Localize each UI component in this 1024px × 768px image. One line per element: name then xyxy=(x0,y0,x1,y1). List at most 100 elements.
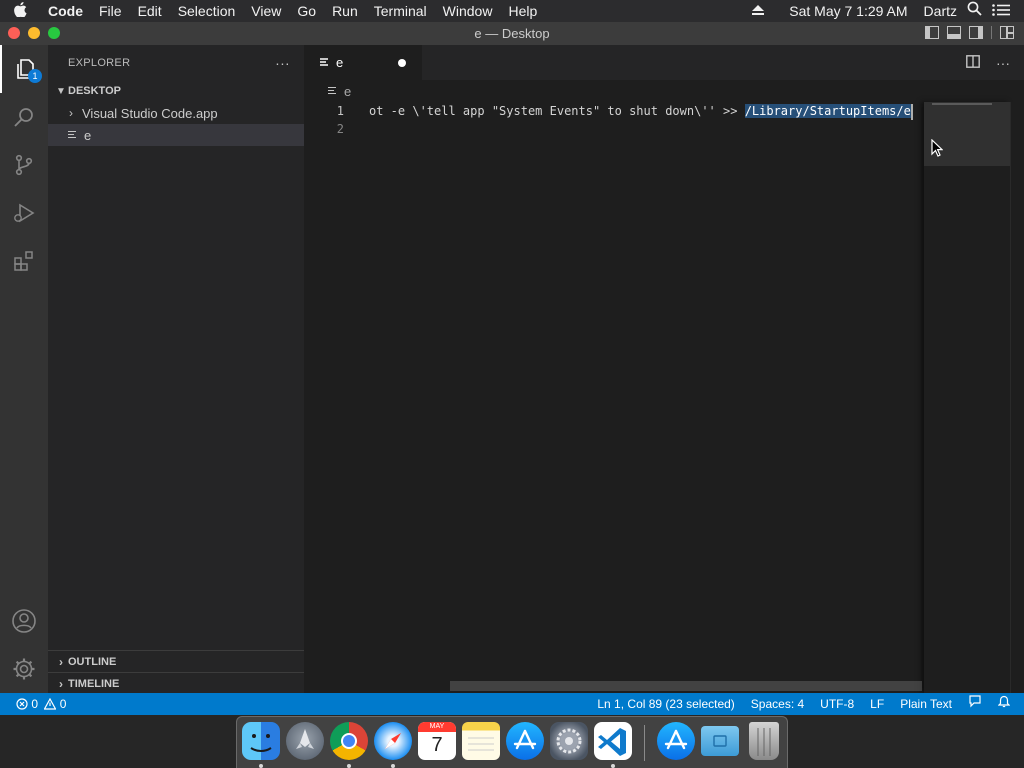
extensions-icon[interactable] xyxy=(0,237,48,285)
window-title: e — Desktop xyxy=(474,26,550,41)
outline-section[interactable]: › OUTLINE xyxy=(48,651,304,673)
menu-go[interactable]: Go xyxy=(289,0,324,22)
breadcrumb: e xyxy=(304,80,1024,102)
timeline-section[interactable]: › TIMELINE xyxy=(48,673,304,695)
explorer-badge: 1 xyxy=(28,69,42,83)
macos-menubar: Code File Edit Selection View Go Run Ter… xyxy=(0,0,1024,22)
code-editor[interactable]: 1 ot -e \'tell app "System Events" to sh… xyxy=(304,102,924,138)
control-center-list-icon[interactable] xyxy=(992,0,1010,22)
dock-separator xyxy=(644,725,645,761)
menu-run[interactable]: Run xyxy=(324,0,366,22)
menubar-clock[interactable]: Sat May 7 1:29 AM xyxy=(789,0,907,22)
menu-edit[interactable]: Edit xyxy=(130,0,170,22)
calendar-icon[interactable]: MAY 7 xyxy=(418,722,456,760)
breadcrumb-file[interactable]: e xyxy=(344,84,351,99)
run-debug-icon[interactable] xyxy=(0,189,48,237)
plain-text-file-icon xyxy=(328,86,338,96)
chevron-down-icon: ▼ xyxy=(56,85,66,97)
vertical-scrollbar[interactable] xyxy=(1010,102,1024,693)
selected-text: /Library/StartupItems/e xyxy=(744,104,911,118)
menu-app-name[interactable]: Code xyxy=(40,0,91,22)
menu-terminal[interactable]: Terminal xyxy=(366,0,435,22)
more-actions-icon[interactable]: ··· xyxy=(275,55,290,71)
plain-text-file-icon xyxy=(320,58,330,67)
outline-label: OUTLINE xyxy=(68,656,117,668)
menu-window[interactable]: Window xyxy=(435,0,501,22)
search-icon[interactable] xyxy=(0,93,48,141)
app-store-icon[interactable] xyxy=(506,722,544,760)
indentation-status[interactable]: Spaces: 4 xyxy=(743,693,812,715)
calendar-day: 7 xyxy=(431,734,443,756)
explorer-header: EXPLORER xyxy=(68,56,131,69)
notes-icon[interactable] xyxy=(462,722,500,760)
menu-view[interactable]: View xyxy=(243,0,289,22)
tree-item-e[interactable]: e xyxy=(48,124,304,146)
split-editor-icon[interactable] xyxy=(966,55,980,71)
accounts-icon[interactable] xyxy=(0,597,48,645)
chrome-icon[interactable] xyxy=(330,722,368,760)
macos-dock: MAY 7 xyxy=(236,716,788,768)
folder-section-label: DESKTOP xyxy=(68,85,121,97)
minimap[interactable] xyxy=(924,102,1010,693)
chevron-right-icon: › xyxy=(59,655,63,669)
system-preferences-icon[interactable] xyxy=(550,722,588,760)
line-number: 2 xyxy=(336,122,344,136)
app-store-downloads-icon[interactable] xyxy=(657,722,695,760)
timeline-label: TIMELINE xyxy=(68,678,120,690)
calendar-month: MAY xyxy=(418,722,456,732)
cursor-position-status[interactable]: Ln 1, Col 89 (23 selected) xyxy=(589,693,742,715)
spotlight-search-icon[interactable] xyxy=(967,0,982,22)
apple-icon[interactable] xyxy=(0,1,40,21)
tab-label: e xyxy=(336,55,344,70)
toggle-panel-icon[interactable] xyxy=(947,26,961,39)
chevron-right-icon: › xyxy=(59,677,63,691)
manage-gear-icon[interactable] xyxy=(0,645,48,693)
unsaved-dot-icon[interactable] xyxy=(398,59,406,67)
explorer-sidebar: EXPLORER ··· ▼ DESKTOP › Visual Studio C… xyxy=(48,45,304,693)
launchpad-icon[interactable] xyxy=(286,722,324,760)
folder-section-desktop[interactable]: ▼ DESKTOP xyxy=(48,80,304,102)
toggle-secondary-sidebar-icon[interactable] xyxy=(969,26,983,39)
status-bar: 0 0 Ln 1, Col 89 (23 selected) Spaces: 4… xyxy=(0,693,1024,715)
editor-tabs: e ··· xyxy=(304,45,1024,80)
text-cursor xyxy=(910,103,913,120)
customize-layout-icon[interactable] xyxy=(1000,26,1014,39)
finder-icon[interactable] xyxy=(242,722,280,760)
eol-status[interactable]: LF xyxy=(862,693,892,715)
menu-help[interactable]: Help xyxy=(500,0,545,22)
encoding-status[interactable]: UTF-8 xyxy=(812,693,862,715)
tree-item-label: e xyxy=(84,127,92,143)
toggle-primary-sidebar-icon[interactable] xyxy=(925,26,939,39)
error-icon xyxy=(16,698,28,710)
feedback-icon[interactable] xyxy=(960,693,990,715)
warning-icon xyxy=(43,697,57,710)
menubar-user[interactable]: Dartz xyxy=(924,0,957,22)
folder-icon[interactable] xyxy=(701,726,739,756)
warning-count: 0 xyxy=(59,697,67,711)
eject-icon[interactable] xyxy=(751,0,765,22)
safari-icon[interactable] xyxy=(374,722,412,760)
menu-file[interactable]: File xyxy=(91,0,130,22)
code-line[interactable]: 2 xyxy=(304,120,924,138)
explorer-icon[interactable]: 1 xyxy=(0,45,48,93)
tree-item-visual-studio-code-app[interactable]: › Visual Studio Code.app xyxy=(48,102,304,124)
window-titlebar: e — Desktop xyxy=(0,22,1024,45)
language-mode-status[interactable]: Plain Text xyxy=(892,693,960,715)
tab-e[interactable]: e xyxy=(304,45,422,80)
editor-more-actions-icon[interactable]: ··· xyxy=(996,55,1010,71)
activity-bar: 1 xyxy=(0,45,48,693)
chevron-right-icon: › xyxy=(69,106,73,120)
problems-status[interactable]: 0 0 xyxy=(8,693,74,715)
trash-icon[interactable] xyxy=(749,722,779,760)
horizontal-scrollbar-thumb[interactable] xyxy=(450,681,922,691)
plain-text-file-icon xyxy=(68,130,78,140)
notifications-bell-icon[interactable] xyxy=(990,693,1018,715)
menu-selection[interactable]: Selection xyxy=(170,0,244,22)
code-line[interactable]: 1 ot -e \'tell app "System Events" to sh… xyxy=(304,102,924,120)
tree-item-label: Visual Studio Code.app xyxy=(82,105,218,121)
line-text[interactable]: ot -e \'tell app "System Events" to shut… xyxy=(369,102,913,120)
line-text-unselected: ot -e \'tell app "System Events" to shut… xyxy=(369,104,745,118)
line-number: 1 xyxy=(336,104,344,118)
source-control-icon[interactable] xyxy=(0,141,48,189)
vscode-icon[interactable] xyxy=(594,722,632,760)
